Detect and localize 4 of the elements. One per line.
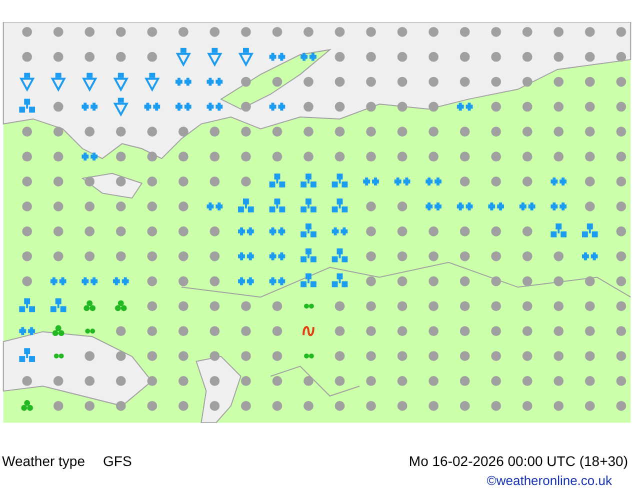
model-name: GFS [103,452,132,471]
credit-link[interactable]: ©weatheronline.co.uk [486,470,632,490]
map-title: Weather type [2,452,86,471]
forecast-datetime: Mo 16-02-2026 00:00 UTC (18+30) [408,452,629,471]
